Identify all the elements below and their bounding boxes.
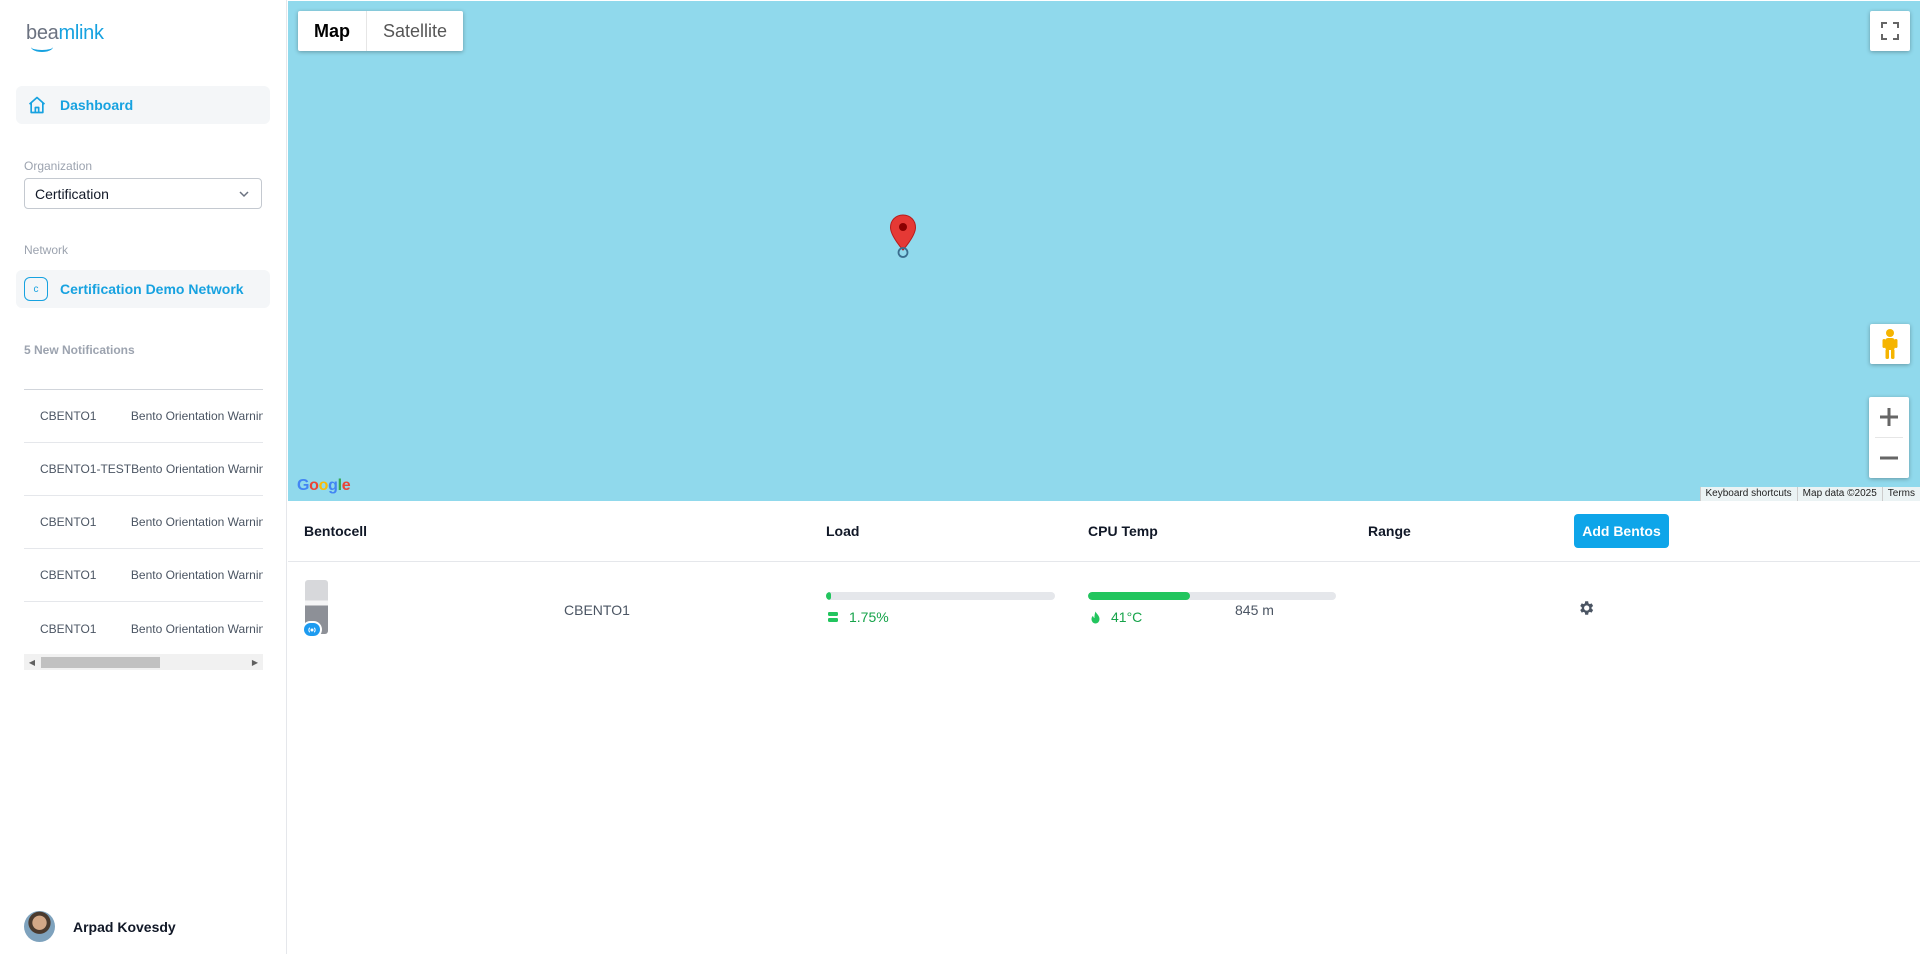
map-data-text: Map data ©2025 — [1796, 487, 1882, 501]
load-value: 1.75% — [849, 609, 889, 625]
notifications-heading: 5 New Notifications — [24, 343, 135, 357]
sidebar-item-label: Dashboard — [60, 97, 134, 113]
beamlink-logo[interactable]: bea mlink — [26, 22, 104, 52]
column-header-cpu-temp: CPU Temp — [1088, 523, 1158, 539]
notification-device: CBENTO1 — [40, 409, 97, 423]
fullscreen-icon — [1881, 22, 1899, 40]
notification-message: Bento Orientation Warning — [130, 621, 263, 636]
map-attribution: Keyboard shortcuts Map data ©2025 Terms — [1699, 487, 1920, 501]
map-type-satellite-button[interactable]: Satellite — [367, 11, 463, 51]
flame-icon — [1088, 610, 1102, 624]
logo-text-part2: mlink — [58, 22, 104, 44]
cpu-temp-progress-bar — [1088, 592, 1336, 600]
range-value: 845 m — [1235, 601, 1274, 618]
network-badge-icon: c — [24, 277, 48, 301]
notification-message: Bento Orientation Warning — [130, 515, 263, 529]
cpu-temp-value: 41°C — [1111, 609, 1143, 625]
table-row[interactable]: CBENTO1 1.75% 41°C 845 m — [288, 562, 1920, 657]
map-type-map-button[interactable]: Map — [298, 11, 367, 51]
zoom-control — [1869, 397, 1909, 478]
add-bentos-button[interactable]: Add Bentos — [1574, 514, 1669, 548]
notification-item[interactable]: CBENTO1 Bento Orientation Warning — [24, 390, 263, 443]
scroll-right-icon[interactable]: ▶ — [247, 654, 263, 670]
pegman-icon — [1882, 329, 1898, 359]
map-view[interactable]: Map Satellite Google Keyboard shortcuts … — [288, 1, 1920, 501]
location-marker-icon[interactable] — [889, 214, 917, 259]
cpu-temp-progress-fill — [1088, 592, 1190, 600]
keyboard-shortcuts-link[interactable]: Keyboard shortcuts — [1699, 487, 1797, 501]
google-logo[interactable]: Google — [297, 477, 351, 495]
notification-device: CBENTO1 — [40, 621, 97, 636]
notification-item[interactable]: CBENTO1 Bento Orientation Warning — [24, 496, 263, 549]
notification-item[interactable]: CBENTO1-TEST Bento Orientation Warning — [24, 443, 263, 496]
organization-value: Certification — [35, 185, 109, 202]
load-progress-bar — [826, 592, 1055, 600]
notification-message: Bento Orientation Warning — [130, 409, 263, 423]
signal-icon — [302, 621, 322, 638]
logo-arc-icon — [31, 42, 53, 52]
street-view-pegman[interactable] — [1870, 324, 1910, 364]
network-name: Certification Demo Network — [60, 281, 244, 297]
notification-device: CBENTO1-TEST — [40, 462, 132, 476]
notifications-list: CBENTO1 Bento Orientation Warning CBENTO… — [24, 389, 263, 671]
column-header-bentocell: Bentocell — [304, 523, 368, 539]
chevron-down-icon — [237, 187, 251, 201]
sidebar-item-network[interactable]: c Certification Demo Network — [16, 270, 270, 308]
scroll-left-icon[interactable]: ◀ — [24, 654, 40, 670]
zoom-in-button[interactable] — [1869, 397, 1909, 437]
plus-icon — [1880, 408, 1898, 426]
sidebar-item-dashboard[interactable]: Dashboard — [16, 86, 270, 124]
map-type-control: Map Satellite — [298, 11, 464, 51]
user-profile[interactable]: Arpad Kovesdy — [24, 911, 176, 942]
organization-label: Organization — [24, 159, 93, 173]
bentocell-name[interactable]: CBENTO1 — [564, 562, 630, 657]
column-header-range: Range — [1368, 523, 1411, 539]
notification-device: CBENTO1 — [40, 515, 97, 529]
organization-select[interactable]: Certification — [24, 178, 262, 209]
notification-device: CBENTO1 — [40, 568, 97, 582]
table-header: Bentocell Load CPU Temp Range Add Bentos — [288, 501, 1920, 562]
column-header-load: Load — [826, 523, 860, 539]
notification-item[interactable]: CBENTO1 Bento Orientation Warning — [24, 549, 263, 602]
gear-icon[interactable] — [1577, 599, 1595, 617]
home-icon — [25, 93, 49, 117]
zoom-out-button[interactable] — [1869, 438, 1909, 478]
sidebar: bea mlink Dashboard Organization Certific… — [0, 0, 287, 954]
cpu-temp-metric: 41°C — [1088, 609, 1142, 625]
load-metric: 1.75% — [826, 609, 889, 625]
network-label: Network — [24, 243, 69, 257]
fullscreen-button[interactable] — [1870, 11, 1910, 51]
scrollbar-thumb[interactable] — [41, 657, 160, 668]
notification-message: Bento Orientation Warning — [131, 462, 263, 476]
avatar — [24, 911, 55, 942]
terms-link[interactable]: Terms — [1881, 487, 1920, 501]
server-icon — [826, 610, 840, 624]
notifications-scrollbar[interactable]: ◀ ▶ — [24, 654, 263, 670]
notification-item[interactable]: CBENTO1 Bento Orientation Warning — [24, 602, 263, 655]
notification-message: Bento Orientation Warning — [130, 568, 263, 582]
load-progress-fill — [826, 592, 831, 600]
minus-icon — [1880, 456, 1898, 460]
user-name: Arpad Kovesdy — [73, 918, 176, 935]
